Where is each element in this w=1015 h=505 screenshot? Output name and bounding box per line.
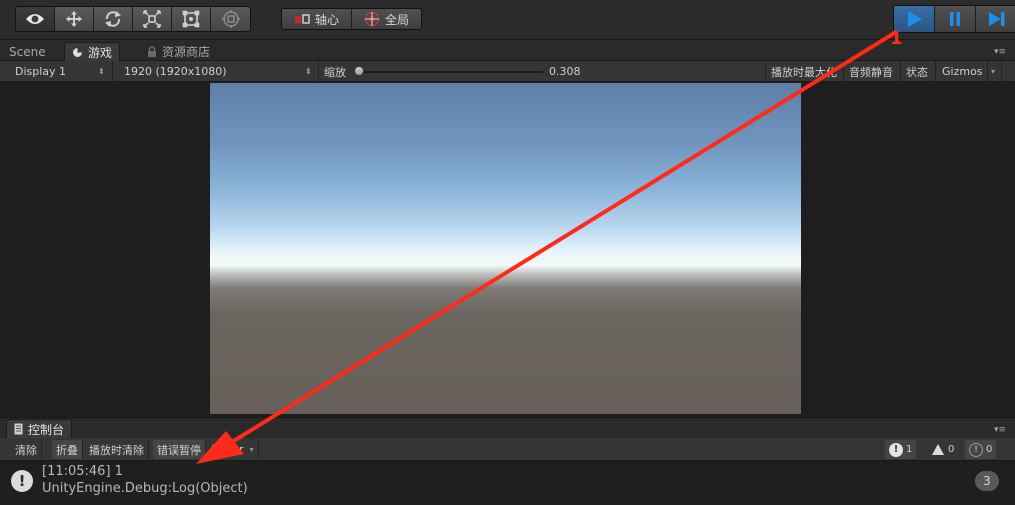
collapse-toggle[interactable]: 折叠 xyxy=(52,440,83,459)
pause-button[interactable] xyxy=(935,6,976,32)
play-icon xyxy=(908,11,922,27)
transform-tool-button[interactable] xyxy=(211,7,250,31)
maximize-on-play-toggle[interactable]: 播放时最大化 xyxy=(766,61,844,82)
scale-value: 0.308 xyxy=(549,65,581,78)
maximize-on-play-label: 播放时最大化 xyxy=(771,65,837,79)
console-log-list: ! [11:05:46] 1 UnityEngine.Debug:Log(Obj… xyxy=(0,461,1015,505)
tab-asset-store[interactable]: 资源商店 xyxy=(140,42,217,61)
info-icon: ! xyxy=(889,442,903,457)
editor-label: Editor xyxy=(211,443,244,456)
tab-game[interactable]: 游戏 xyxy=(64,42,121,61)
resolution-dropdown[interactable]: 1920 (1920x1080) ⬍ xyxy=(113,61,319,82)
warning-filter-toggle[interactable]: 0 xyxy=(927,440,958,459)
chevron-down-icon: ▾ xyxy=(249,445,254,454)
move-icon xyxy=(66,11,82,27)
scale-label: 缩放 xyxy=(324,65,346,79)
mute-audio-toggle[interactable]: 音频静音 xyxy=(844,61,901,82)
tab-asset-store-label: 资源商店 xyxy=(162,45,211,59)
eye-icon xyxy=(26,14,44,24)
tab-scene[interactable]: Scene xyxy=(2,42,53,61)
lock-icon xyxy=(148,45,156,57)
panel-menu-icon[interactable]: ▾≡ xyxy=(994,47,1006,57)
error-pause-label: 错误暂停 xyxy=(157,443,201,457)
hand-tool-button[interactable] xyxy=(16,7,55,31)
collapse-count-badge: 3 xyxy=(975,471,999,491)
warning-count: 0 xyxy=(948,444,955,455)
playmode-controls xyxy=(893,5,1015,33)
rotate-icon xyxy=(105,11,121,27)
rect-tool-button[interactable] xyxy=(172,7,211,31)
log-message: [11:05:46] 1 xyxy=(42,464,123,479)
collapse-label: 折叠 xyxy=(56,443,78,457)
tab-console[interactable]: 控制台 xyxy=(6,419,73,438)
warning-icon xyxy=(932,444,944,455)
pivot-controls: 轴心 全局 xyxy=(281,8,423,30)
tab-game-label: 游戏 xyxy=(88,45,113,60)
pause-icon xyxy=(950,12,960,26)
view-tabstrip: Scene 游戏 资源商店 ▾≡ xyxy=(0,40,1015,61)
rotate-tool-button[interactable] xyxy=(94,7,133,31)
updown-icon: ⬍ xyxy=(98,67,105,76)
resolution-label: 1920 (1920x1080) xyxy=(124,65,227,78)
transform-icon xyxy=(221,10,240,28)
error-count: 0 xyxy=(986,444,993,455)
error-icon: ! xyxy=(969,442,983,457)
console-icon xyxy=(14,423,23,435)
tab-console-label: 控制台 xyxy=(28,422,65,437)
rect-icon xyxy=(182,10,200,28)
clear-on-play-toggle[interactable]: 播放时清除 xyxy=(85,440,149,459)
stats-label: 状态 xyxy=(906,65,928,79)
panel-menu-icon[interactable]: ▾≡ xyxy=(994,425,1006,435)
error-filter-toggle[interactable]: ! 0 xyxy=(965,440,997,459)
step-button[interactable] xyxy=(976,6,1015,32)
clear-label: 清除 xyxy=(15,443,37,457)
chevron-down-icon: ▾ xyxy=(991,67,996,76)
log-filter-toggle[interactable]: ! 1 xyxy=(885,440,917,459)
clear-button[interactable]: 清除 xyxy=(11,440,42,459)
global-label: 全局 xyxy=(385,12,410,27)
scale-slider-track[interactable] xyxy=(358,71,543,73)
pivot-label: 轴心 xyxy=(315,12,340,27)
game-view xyxy=(0,82,1015,415)
play-button[interactable] xyxy=(894,6,935,32)
display-label: Display 1 xyxy=(15,65,67,78)
gizmos-toggle[interactable]: Gizmos xyxy=(936,61,988,82)
main-toolbar: 轴心 全局 xyxy=(0,0,1015,40)
global-toggle[interactable]: 全局 xyxy=(351,9,422,29)
scale-tool-button[interactable] xyxy=(133,7,172,31)
updown-icon: ⬍ xyxy=(305,67,312,76)
log-count: 1 xyxy=(906,444,913,455)
log-stacktrace: UnityEngine.Debug:Log(Object) xyxy=(42,481,248,496)
error-pause-toggle[interactable]: 错误暂停 xyxy=(153,440,206,459)
stats-toggle[interactable]: 状态 xyxy=(901,61,936,82)
clear-on-play-label: 播放时清除 xyxy=(89,443,144,457)
game-viewport[interactable] xyxy=(210,83,801,414)
console-toolbar: 清除 折叠 播放时清除 错误暂停 Editor ▾ ! 1 0 ! 0 xyxy=(0,438,1015,461)
info-icon: ! xyxy=(11,470,33,492)
pivot-toggle[interactable]: 轴心 xyxy=(282,9,352,29)
editor-dropdown[interactable]: Editor ▾ xyxy=(207,440,259,459)
console-tabstrip: 控制台 ▾≡ xyxy=(0,417,1015,438)
gizmos-label: Gizmos xyxy=(942,65,983,78)
scale-icon xyxy=(143,10,161,28)
display-dropdown[interactable]: Display 1 ⬍ xyxy=(0,61,113,82)
pivot-icon xyxy=(295,14,310,24)
transform-tools xyxy=(15,6,251,32)
game-icon xyxy=(73,47,82,57)
scale-slider-knob[interactable] xyxy=(354,66,364,76)
mute-audio-label: 音频静音 xyxy=(849,65,893,79)
tab-scene-label: Scene xyxy=(9,44,46,59)
gizmos-dropdown[interactable]: ▾ xyxy=(988,61,1002,82)
game-toolbar: Display 1 ⬍ 1920 (1920x1080) ⬍ 缩放 0.308 … xyxy=(0,61,1015,82)
move-tool-button[interactable] xyxy=(55,7,94,31)
global-icon xyxy=(364,11,380,27)
step-icon xyxy=(988,12,1004,26)
